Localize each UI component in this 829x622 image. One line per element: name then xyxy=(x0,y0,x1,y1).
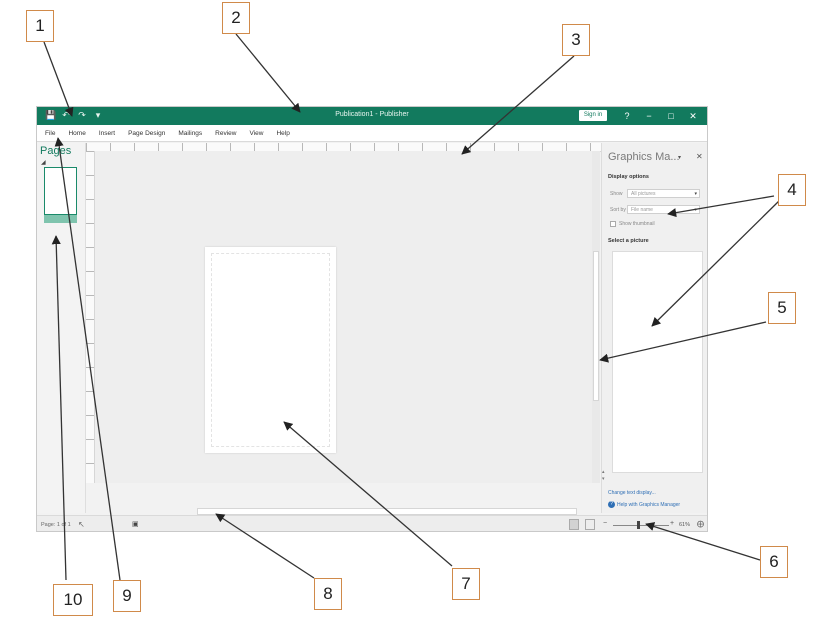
help-button[interactable]: ? xyxy=(619,109,635,123)
single-page-view-button[interactable] xyxy=(569,519,579,530)
page-margin-guides xyxy=(211,253,330,447)
sign-in-button[interactable]: Sign in xyxy=(579,110,607,121)
show-thumbnail-checkbox[interactable] xyxy=(610,221,616,227)
graphics-manager-help-link[interactable]: Help with Graphics Manager xyxy=(617,502,680,508)
close-button[interactable]: ✕ xyxy=(685,109,701,123)
pane-scroll-arrows-icon[interactable]: ▴ ▾ xyxy=(602,469,605,483)
publisher-window: 💾 ↶ ↷ ▾ Publication1 - Publisher Sign in… xyxy=(36,106,708,532)
vertical-ruler xyxy=(86,151,95,483)
sort-by-select-value: File name xyxy=(631,207,653,213)
chevron-down-icon: ▾ xyxy=(694,191,697,197)
callout-3: 3 xyxy=(562,24,590,56)
vertical-scrollbar-thumb[interactable] xyxy=(593,251,599,401)
tab-home[interactable]: Home xyxy=(68,130,85,137)
arrow-2 xyxy=(235,33,301,113)
ribbon-tabs: File Home Insert Page Design Mailings Re… xyxy=(37,125,707,142)
sort-by-select[interactable]: File name ▾ xyxy=(627,205,700,214)
zoom-slider-thumb[interactable] xyxy=(637,521,641,529)
callout-9: 9 xyxy=(113,580,141,612)
callout-1: 1 xyxy=(26,10,54,42)
pane-options-icon[interactable]: ▾ xyxy=(678,154,681,161)
callout-5: 5 xyxy=(768,292,796,324)
fit-to-window-icon[interactable]: ⨁ xyxy=(697,520,704,528)
graphics-manager-pane: Graphics Ma... ▾ ✕ Display options Show … xyxy=(601,143,707,513)
tab-review[interactable]: Review xyxy=(215,130,236,137)
status-bar: Page: 1 of 1 ↖ ▣ − + 61% ⨁ xyxy=(37,515,707,531)
help-icon[interactable]: ? xyxy=(608,501,615,508)
callout-8: 8 xyxy=(314,578,342,610)
callout-4: 4 xyxy=(778,174,806,206)
title-bar: 💾 ↶ ↷ ▾ Publication1 - Publisher Sign in… xyxy=(37,107,707,125)
tab-help[interactable]: Help xyxy=(276,130,289,137)
tab-view[interactable]: View xyxy=(249,130,263,137)
page-thumbnail-label xyxy=(44,215,77,223)
horizontal-scrollbar[interactable] xyxy=(197,508,577,515)
close-pane-icon[interactable]: ✕ xyxy=(696,152,703,161)
pages-pane-title: Pages xyxy=(40,145,72,157)
page-indicator: Page: 1 of 1 xyxy=(41,522,71,528)
zoom-slider[interactable] xyxy=(613,525,669,526)
select-picture-heading: Select a picture xyxy=(608,238,649,244)
workspace[interactable] xyxy=(95,151,592,483)
tab-page-design[interactable]: Page Design xyxy=(128,130,165,137)
cursor-position-icon: ↖ xyxy=(78,520,85,529)
tab-insert[interactable]: Insert xyxy=(99,130,115,137)
vertical-scrollbar[interactable] xyxy=(592,151,600,483)
graphics-manager-title: Graphics Ma... xyxy=(608,151,680,163)
change-text-display-link[interactable]: Change text display... xyxy=(608,490,656,496)
show-select-value: All pictures xyxy=(631,191,656,197)
page-thumbnail[interactable] xyxy=(44,167,77,215)
display-options-heading: Display options xyxy=(608,174,649,180)
collapse-pane-icon[interactable]: ◢ xyxy=(41,159,46,166)
minimize-button[interactable]: − xyxy=(641,109,657,123)
zoom-out-button[interactable]: − xyxy=(603,520,607,527)
show-select[interactable]: All pictures ▾ xyxy=(627,189,700,198)
show-thumbnail-label: Show thumbnail xyxy=(619,221,655,227)
callout-10: 10 xyxy=(53,584,93,616)
arrow-1 xyxy=(43,41,74,117)
two-page-view-button[interactable] xyxy=(585,519,595,530)
chevron-down-icon: ▾ xyxy=(694,207,697,213)
callout-6: 6 xyxy=(760,546,788,578)
callout-7: 7 xyxy=(452,568,480,600)
tab-mailings[interactable]: Mailings xyxy=(178,130,202,137)
show-label: Show xyxy=(610,191,623,197)
sort-by-label: Sort by xyxy=(610,207,626,213)
object-size-icon: ▣ xyxy=(132,521,139,528)
pages-pane: Pages ◢ xyxy=(37,143,86,513)
zoom-in-button[interactable]: + xyxy=(670,520,674,527)
zoom-level[interactable]: 61% xyxy=(679,522,690,528)
restore-button[interactable]: □ xyxy=(663,109,679,123)
picture-list[interactable] xyxy=(612,251,703,473)
publication-page[interactable] xyxy=(205,247,336,453)
callout-2: 2 xyxy=(222,2,250,34)
tab-file[interactable]: File xyxy=(45,130,55,137)
